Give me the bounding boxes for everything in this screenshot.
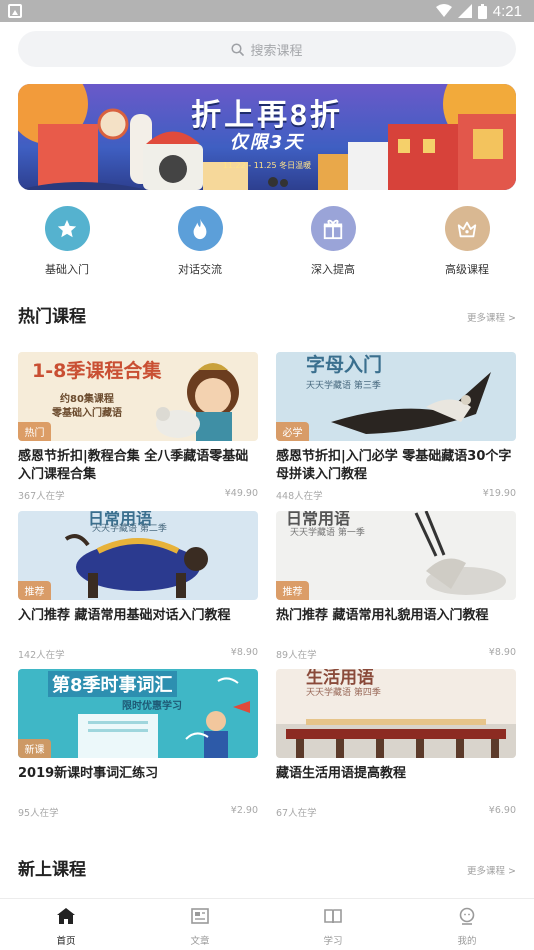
tab-label: 文章 (190, 936, 210, 947)
tab-articles[interactable]: 文章 (160, 907, 240, 947)
course-meta: 448人在学 ¥19.90 (276, 488, 516, 502)
course-title: 2019新课时事词汇练习 (18, 766, 159, 781)
course-thumbnail: 第8季时事词汇 限时优惠学习 新课 (18, 669, 258, 758)
hot-section-title: 热门课程 (18, 307, 86, 327)
course-tag: 新课 (18, 739, 51, 758)
course-title: 感恩节折扣|教程合集 全八季藏语零基础入门课程合集 (18, 449, 249, 482)
thumb-subtitle: 天天学藏语 第三季 (306, 381, 381, 391)
category-expert[interactable]: 高级课程 (422, 206, 512, 277)
banner-date: 11.22 - 11.25 冬日温暖 (222, 161, 312, 170)
bottom-tab-bar: 首页 文章 学习 我的 (0, 898, 534, 950)
tab-label: 我的 (457, 936, 477, 947)
course-meta: 67人在学 ¥6.90 (276, 805, 516, 819)
course-tag: 热门 (18, 422, 51, 441)
article-icon (191, 908, 209, 924)
tab-profile[interactable]: 我的 (427, 907, 507, 947)
course-meta: 142人在学 ¥8.90 (18, 647, 258, 661)
category-label: 深入提高 (311, 263, 355, 276)
new-section-title: 新上课程 (18, 860, 86, 880)
course-meta: 367人在学 ¥49.90 (18, 488, 258, 502)
course-thumbnail: 日常用语 天天学藏语 第二季 推荐 (18, 511, 258, 600)
thumb-subtitle: 天天学藏语 第二季 (92, 524, 167, 534)
search-icon (231, 42, 245, 56)
course-price: ¥8.90 (488, 647, 516, 658)
course-title: 热门推荐 藏语常用礼貌用语入门教程 (276, 608, 489, 623)
wifi-icon (435, 4, 452, 17)
course-tag: 推荐 (18, 581, 51, 600)
promo-banner[interactable]: 折上再8折 仅限3天 11.22 - 11.25 冬日温暖 (18, 84, 516, 190)
course-card[interactable]: 1-8季课程合集 约80集课程 零基础入门藏语 热门 感恩节折扣|教程合集 全八… (18, 352, 258, 502)
category-label: 对话交流 (178, 263, 222, 276)
course-meta: 89人在学 ¥8.90 (276, 647, 516, 661)
course-price: ¥6.90 (488, 805, 516, 816)
tab-study[interactable]: 学习 (293, 907, 373, 947)
course-thumbnail: 字母入门 天天学藏语 第三季 必学 (276, 352, 516, 441)
thumb-subtitle: 限时优惠学习 (122, 701, 182, 712)
gift-icon (310, 206, 356, 251)
course-thumbnail: 日常用语 天天学藏语 第一季 推荐 (276, 511, 516, 600)
course-students: 367人在学 (18, 491, 65, 502)
course-card[interactable]: 生活用语 天天学藏语 第四季 藏语生活用语提高教程 67人在学 ¥6.90 (276, 669, 516, 819)
category-dialogue[interactable]: 对话交流 (155, 206, 245, 277)
course-card[interactable]: 第8季时事词汇 限时优惠学习 新课 2019新课时事词汇练习 95人在学 ¥2.… (18, 669, 258, 819)
book-icon (324, 909, 342, 924)
status-time: 4:21 (492, 2, 522, 20)
home-icon (57, 908, 75, 924)
course-card[interactable]: 日常用语 天天学藏语 第一季 推荐 热门推荐 藏语常用礼貌用语入门教程 89人在… (276, 511, 516, 661)
star-icon (44, 206, 90, 251)
course-price: ¥8.90 (230, 647, 258, 658)
course-title: 感恩节折扣|入门必学 零基础藏语30个字母拼读入门教程 (276, 449, 512, 482)
course-price: ¥19.90 (482, 488, 516, 499)
thumb-title: 第8季时事词汇 (48, 671, 177, 697)
course-students: 67人在学 (276, 808, 317, 819)
signal-icon (457, 4, 472, 18)
course-title: 藏语生活用语提高教程 (276, 766, 407, 781)
course-students: 89人在学 (276, 650, 317, 661)
course-students: 95人在学 (18, 808, 59, 819)
notification-icon (8, 4, 22, 18)
tab-label: 首页 (56, 936, 76, 947)
category-advanced[interactable]: 深入提高 (288, 206, 378, 277)
course-meta: 95人在学 ¥2.90 (18, 805, 258, 819)
banner-subtitle: 仅限3天 (229, 132, 305, 153)
category-basic[interactable]: 基础入门 (22, 206, 112, 277)
thumb-subtitle: 天天学藏语 第一季 (290, 528, 365, 538)
search-placeholder: 搜索课程 (250, 43, 303, 59)
course-students: 448人在学 (276, 491, 323, 502)
status-bar: 4:21 (0, 0, 534, 22)
thumb-subtitle: 约80集课程 (60, 394, 114, 405)
new-more-link[interactable]: 更多课程 > (467, 863, 516, 877)
course-title: 入门推荐 藏语常用基础对话入门教程 (18, 608, 231, 623)
category-row: 基础入门 对话交流 深入提高 高级课程 (0, 206, 534, 278)
thumb-title: 字母入门 (306, 354, 383, 376)
tab-home[interactable]: 首页 (26, 907, 106, 947)
course-tag: 必学 (276, 422, 309, 441)
course-tag: 推荐 (276, 581, 309, 600)
course-card[interactable]: 日常用语 天天学藏语 第二季 推荐 入门推荐 藏语常用基础对话入门教程 142人… (18, 511, 258, 661)
course-price: ¥2.90 (230, 805, 258, 816)
course-students: 142人在学 (18, 650, 65, 661)
course-thumbnail: 生活用语 天天学藏语 第四季 (276, 669, 516, 758)
tab-label: 学习 (323, 936, 343, 947)
profile-icon (459, 907, 475, 925)
course-price: ¥49.90 (224, 488, 258, 499)
hot-more-link[interactable]: 更多课程 > (467, 310, 516, 324)
thumb-subtitle: 天天学藏语 第四季 (306, 688, 381, 698)
course-card[interactable]: 字母入门 天天学藏语 第三季 必学 感恩节折扣|入门必学 零基础藏语30个字母拼… (276, 352, 516, 502)
thumb-subtitle: 零基础入门藏语 (52, 408, 122, 419)
thumb-title: 1-8季课程合集 (32, 360, 162, 382)
category-label: 高级课程 (445, 263, 489, 276)
battery-icon (477, 3, 487, 19)
crown-icon (444, 206, 490, 251)
course-thumbnail: 1-8季课程合集 约80集课程 零基础入门藏语 热门 (18, 352, 258, 441)
category-label: 基础入门 (45, 263, 89, 276)
flame-icon (177, 206, 223, 251)
search-bar[interactable]: 搜索课程 (18, 31, 516, 67)
